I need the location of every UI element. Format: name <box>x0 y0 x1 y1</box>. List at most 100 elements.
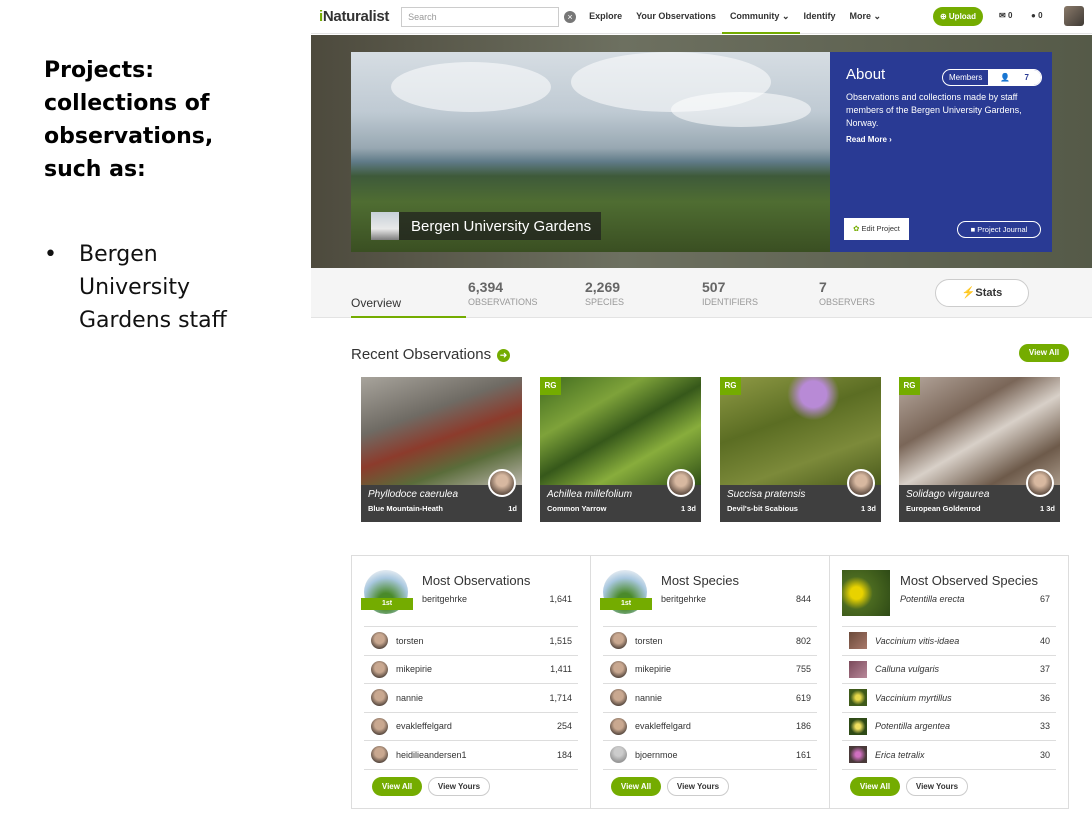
view-yours-button[interactable]: View Yours <box>906 777 968 796</box>
nav-identify[interactable]: Identify <box>804 11 836 22</box>
nav-more-label: More <box>849 11 872 21</box>
view-yours-button[interactable]: View Yours <box>667 777 729 796</box>
stat-observations[interactable]: 6,394 OBSERVATIONS <box>468 279 538 307</box>
messages-button[interactable]: ✉ 0 <box>999 11 1012 20</box>
stat-label: SPECIES <box>585 297 625 307</box>
leaderboard-row[interactable]: Vaccinium myrtillus 36 <box>842 684 1056 713</box>
row-name: Vaccinium myrtillus <box>875 692 952 703</box>
clear-search-icon[interactable]: × <box>564 10 577 23</box>
upload-icon: ⊕ <box>939 12 947 21</box>
observation-scientific-name: Succisa pratensis <box>727 489 806 500</box>
row-name: torsten <box>396 635 424 646</box>
observation-card[interactable]: Phyllodoce caerulea Blue Mountain-Heath … <box>361 377 522 522</box>
row-name: mikepirie <box>396 664 433 675</box>
panel-buttons: View All View Yours <box>611 777 729 796</box>
stat-species[interactable]: 2,269 SPECIES <box>585 279 624 307</box>
leaderboard-row[interactable]: mikepirie 1,411 <box>364 656 578 684</box>
panel-title: Most Observed Species <box>900 573 1039 588</box>
species-thumbnail <box>849 689 867 707</box>
view-all-button[interactable]: View All <box>850 777 900 796</box>
row-name: heidilieandersen1 <box>396 749 467 760</box>
row-value: 619 <box>795 692 811 703</box>
notifications-count: 0 <box>1038 11 1043 20</box>
leader-name[interactable]: beritgehrke <box>661 594 706 604</box>
user-avatar[interactable] <box>1064 6 1084 26</box>
row-value: 186 <box>795 721 811 732</box>
row-name: Vaccinium vitis-idaea <box>875 635 960 646</box>
upload-button[interactable]: ⊕ Upload <box>933 7 983 26</box>
nav-links: Explore Your Observations Community ⌄ Id… <box>589 11 895 34</box>
edit-project-button[interactable]: ✿ Edit Project <box>844 218 909 240</box>
leaderboard-row[interactable]: Potentilla argentea 33 <box>842 713 1056 741</box>
observer-avatar[interactable] <box>667 469 695 497</box>
nav-your-observations[interactable]: Your Observations <box>636 11 716 22</box>
tab-overview[interactable]: Overview <box>351 296 466 318</box>
species-photo <box>842 570 890 616</box>
members-label: Members <box>949 73 983 82</box>
stat-number: 6,394 <box>468 279 504 295</box>
read-more-link[interactable]: Read More › <box>846 135 1036 144</box>
messages-count: 0 <box>1007 11 1013 20</box>
row-name: Calluna vulgaris <box>875 664 940 675</box>
research-grade-badge: RG <box>720 377 741 395</box>
journal-icon: ■ <box>970 225 976 234</box>
view-all-button[interactable]: View All <box>611 777 661 796</box>
edit-project-label: Edit Project <box>861 224 900 233</box>
leaderboard-row[interactable]: evakleffelgard 186 <box>603 713 817 741</box>
row-value: 33 <box>1039 721 1050 732</box>
observation-card[interactable]: RG Solidago virgaurea European Goldenrod… <box>899 377 1060 522</box>
user-avatar <box>610 717 627 735</box>
leaderboard-row[interactable]: Erica tetralix 30 <box>842 741 1056 770</box>
members-badge[interactable]: Members 👤 7 <box>942 69 1042 86</box>
slide-bullet: • Bergen University Gardens staff <box>44 238 294 337</box>
leaderboard-row[interactable]: bjoernmoe 161 <box>603 741 817 770</box>
observation-card[interactable]: RG Succisa pratensis Devil's-bit Scabiou… <box>720 377 881 522</box>
leaderboard-row[interactable]: nannie 619 <box>603 684 817 713</box>
nav-explore[interactable]: Explore <box>589 11 622 22</box>
stat-observers[interactable]: 7 OBSERVERS <box>819 279 875 307</box>
user-avatar <box>371 717 388 735</box>
observer-avatar[interactable] <box>847 469 875 497</box>
nav-community[interactable]: Community ⌄ <box>721 11 799 34</box>
observation-scientific-name: Solidago virgaurea <box>906 489 990 500</box>
leaderboard-row[interactable]: Calluna vulgaris 37 <box>842 656 1056 684</box>
view-yours-button[interactable]: View Yours <box>428 777 490 796</box>
user-avatar <box>371 632 388 650</box>
user-avatar <box>371 660 388 678</box>
observation-scientific-name: Achillea millefolium <box>547 489 633 500</box>
leaderboard-row[interactable]: evakleffelgard 254 <box>364 713 578 741</box>
view-all-button[interactable]: View All <box>372 777 422 796</box>
leaderboard-row[interactable]: nannie 1,714 <box>364 684 578 713</box>
research-grade-badge: RG <box>540 377 561 395</box>
row-value: 40 <box>1039 635 1050 646</box>
stats-button[interactable]: ⚡Stats <box>935 279 1029 307</box>
leaderboard-row[interactable]: Vaccinium vitis-idaea 40 <box>842 627 1056 656</box>
leaderboard-row[interactable]: torsten 802 <box>603 627 817 656</box>
observation-card[interactable]: RG Achillea millefolium Common Yarrow 1 … <box>540 377 701 522</box>
slide-text: Projects: collections of observations, s… <box>44 54 294 337</box>
nav-community-label: Community <box>729 11 780 21</box>
panel-title: Most Observations <box>422 573 531 588</box>
chevron-down-icon: ⌄ <box>873 11 882 21</box>
observation-time: 1 3d <box>860 504 876 513</box>
recent-observations-heading[interactable]: Recent Observations ➜ <box>351 346 511 363</box>
nav-more[interactable]: More ⌄ <box>850 11 882 22</box>
project-journal-button[interactable]: ■ Project Journal <box>957 221 1041 238</box>
leader-species-photo[interactable] <box>842 570 890 616</box>
leader-avatar[interactable]: 1st <box>600 570 652 614</box>
observer-avatar[interactable] <box>1026 469 1054 497</box>
notifications-button[interactable]: ● 0 <box>1031 11 1043 20</box>
envelope-icon: ✉ <box>999 11 1006 20</box>
observer-avatar[interactable] <box>488 469 516 497</box>
search-input[interactable]: Search <box>401 6 560 27</box>
leaderboard-row[interactable]: torsten 1,515 <box>364 627 578 656</box>
inaturalist-logo[interactable]: iNaturalist <box>319 8 389 25</box>
leader-name[interactable]: beritgehrke <box>422 594 467 604</box>
recent-view-all-button[interactable]: View All <box>1019 344 1069 362</box>
leader-name[interactable]: Potentilla erecta <box>900 594 965 604</box>
leader-avatar[interactable]: 1st <box>361 570 413 614</box>
leaderboard-row[interactable]: heidilieandersen1 184 <box>364 741 578 770</box>
leaderboard-row[interactable]: mikepirie 755 <box>603 656 817 684</box>
stat-identifiers[interactable]: 507 IDENTIFIERS <box>702 279 758 307</box>
bullet-text: Bergen University Gardens staff <box>79 242 227 333</box>
